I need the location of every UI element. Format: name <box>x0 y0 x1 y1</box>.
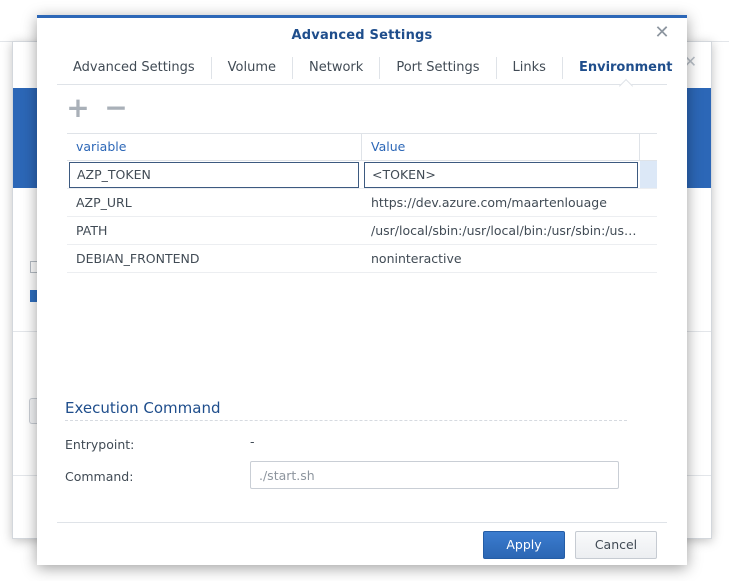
active-tab-caret <box>618 78 633 94</box>
column-header-variable[interactable]: variable <box>67 134 362 160</box>
section-divider <box>65 420 627 421</box>
tab-links[interactable]: Links <box>497 57 563 79</box>
table-row[interactable]: DEBIAN_FRONTEND noninteractive <box>67 245 657 273</box>
add-icon[interactable]: + <box>65 94 91 122</box>
tab-environment-label: Environment <box>578 60 673 75</box>
tab-volume[interactable]: Volume <box>212 57 294 79</box>
cancel-button[interactable]: Cancel <box>575 531 657 559</box>
entrypoint-label: Entrypoint: <box>65 437 135 452</box>
variable-cell[interactable]: PATH <box>67 217 362 244</box>
value-cell[interactable]: noninteractive <box>362 245 640 272</box>
execution-command-heading: Execution Command <box>65 399 221 417</box>
remove-icon[interactable]: − <box>103 94 129 122</box>
apply-button[interactable]: Apply <box>483 531 565 559</box>
close-icon[interactable]: ✕ <box>653 24 671 42</box>
footer-divider <box>57 522 667 523</box>
tab-network[interactable]: Network <box>293 57 381 79</box>
value-editor-input[interactable]: <TOKEN> <box>364 162 638 188</box>
column-header-value[interactable]: Value <box>362 134 640 160</box>
row-spacer <box>640 189 657 216</box>
table-row[interactable]: AZP_TOKEN <TOKEN> <box>67 161 657 189</box>
value-cell[interactable]: /usr/local/sbin:/usr/local/bin:/usr/sbin… <box>362 217 640 244</box>
environment-variable-grid: variable Value AZP_TOKEN <TOKEN> AZP_URL… <box>67 133 657 273</box>
command-input[interactable] <box>250 461 619 489</box>
variable-cell[interactable]: AZP_URL <box>67 189 362 216</box>
tab-port-settings[interactable]: Port Settings <box>380 57 497 79</box>
advanced-settings-dialog: Advanced Settings ✕ Advanced Settings Vo… <box>37 15 687 565</box>
variable-cell[interactable]: DEBIAN_FRONTEND <box>67 245 362 272</box>
dialog-title: Advanced Settings <box>291 28 433 43</box>
tab-environment[interactable]: Environment <box>563 57 689 94</box>
variable-editor-input[interactable]: AZP_TOKEN <box>69 162 359 188</box>
column-header-spacer <box>640 134 657 160</box>
table-row[interactable]: AZP_URL https://dev.azure.com/maartenlou… <box>67 189 657 217</box>
tab-bar: Advanced Settings Volume Network Port Se… <box>57 52 672 94</box>
tab-advanced-settings[interactable]: Advanced Settings <box>57 57 212 79</box>
row-spacer <box>640 245 657 272</box>
row-spacer <box>640 217 657 244</box>
table-row[interactable]: PATH /usr/local/sbin:/usr/local/bin:/usr… <box>67 217 657 245</box>
row-spacer <box>640 161 657 188</box>
value-cell[interactable]: https://dev.azure.com/maartenlouage <box>362 189 640 216</box>
grid-header: variable Value <box>67 133 657 161</box>
command-label: Command: <box>65 469 134 484</box>
entrypoint-value: - <box>250 434 255 449</box>
